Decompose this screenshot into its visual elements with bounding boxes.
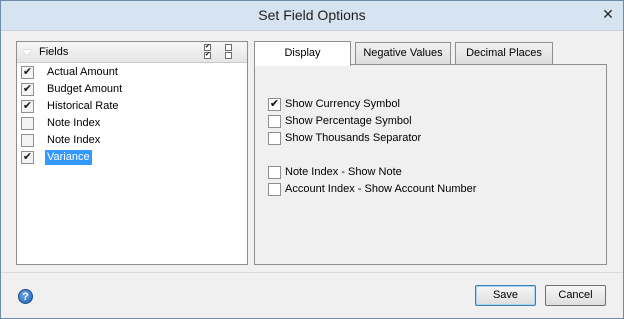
field-label: Actual Amount <box>47 66 118 78</box>
show-currency-symbol-checkbox[interactable]: ✔ <box>268 98 281 111</box>
note-index-show-note-label: Note Index - Show Note <box>285 166 402 178</box>
field-list-item[interactable]: ✔ Variance <box>17 149 247 166</box>
field-label: Budget Amount <box>47 83 123 95</box>
fields-header: Fields ✔ ✔ <box>17 42 247 63</box>
field-checkbox[interactable]: ✔ <box>21 100 34 113</box>
show-percentage-symbol-label: Show Percentage Symbol <box>285 115 412 127</box>
field-label: Note Index <box>47 134 101 146</box>
title-bar: Set Field Options ✕ <box>1 1 623 31</box>
dialog-body: Fields ✔ ✔ ✔ Actual Amount ✔ Budget Amount ✔… <box>8 32 616 271</box>
field-list-item[interactable]: Note Index <box>17 115 247 132</box>
check-all-icon[interactable]: ✔ ✔ <box>204 44 212 60</box>
field-list-item[interactable]: ✔ Actual Amount <box>17 64 247 81</box>
window-title: Set Field Options <box>258 7 366 23</box>
account-index-show-account-number-label: Account Index - Show Account Number <box>285 183 477 195</box>
field-label: Variance <box>45 150 92 165</box>
field-checkbox[interactable] <box>21 117 34 130</box>
help-icon[interactable]: ? <box>18 289 33 304</box>
field-label: Historical Rate <box>47 100 119 112</box>
field-list-item[interactable]: ✔ Historical Rate <box>17 98 247 115</box>
tab-negative-values[interactable]: Negative Values <box>355 42 451 65</box>
set-field-options-dialog: Set Field Options ✕ Fields ✔ ✔ ✔ Actual A… <box>0 0 624 319</box>
field-list-item[interactable]: ✔ Budget Amount <box>17 81 247 98</box>
show-thousands-separator-checkbox[interactable] <box>268 132 281 145</box>
save-button[interactable]: Save <box>475 285 536 306</box>
note-index-show-note-checkbox[interactable] <box>268 166 281 179</box>
cancel-button[interactable]: Cancel <box>545 285 606 306</box>
display-tab-panel: ✔ Show Currency Symbol Show Percentage S… <box>254 64 607 265</box>
field-checkbox[interactable]: ✔ <box>21 83 34 96</box>
show-currency-symbol-label: Show Currency Symbol <box>285 98 400 110</box>
field-label: Note Index <box>47 117 101 129</box>
close-icon[interactable]: ✕ <box>599 6 617 24</box>
tab-decimal-places[interactable]: Decimal Places <box>455 42 553 65</box>
uncheck-all-icon[interactable] <box>225 44 233 60</box>
dialog-footer: ? Save Cancel <box>1 272 623 318</box>
tab-display[interactable]: Display <box>254 41 351 66</box>
field-checkbox[interactable] <box>21 134 34 147</box>
field-checkbox[interactable]: ✔ <box>21 151 34 164</box>
account-index-show-account-number-checkbox[interactable] <box>268 183 281 196</box>
fields-list: ✔ Actual Amount ✔ Budget Amount ✔ Historical … <box>17 64 247 166</box>
fields-panel: Fields ✔ ✔ ✔ Actual Amount ✔ Budget Amount ✔… <box>16 41 248 265</box>
show-percentage-symbol-checkbox[interactable] <box>268 115 281 128</box>
fields-header-label: Fields <box>39 46 69 58</box>
field-list-item[interactable]: Note Index <box>17 132 247 149</box>
field-checkbox[interactable]: ✔ <box>21 66 34 79</box>
show-thousands-separator-label: Show Thousands Separator <box>285 132 422 144</box>
collapse-triangle-icon[interactable] <box>22 50 32 55</box>
